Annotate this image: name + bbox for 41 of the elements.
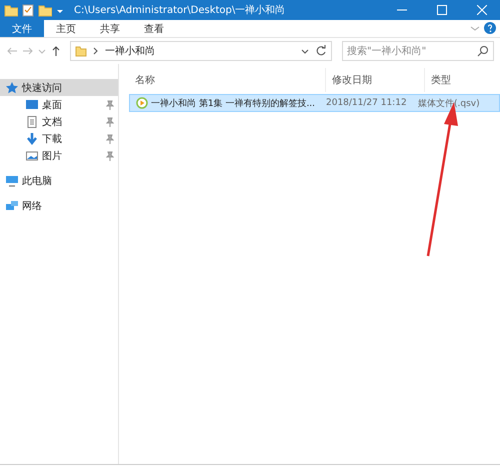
window-title: C:\Users\Administrator\Desktop\一禅小和尚 bbox=[74, 4, 286, 17]
new-folder-icon[interactable] bbox=[38, 3, 52, 17]
nav-item[interactable]: 桌面 bbox=[0, 96, 118, 113]
nav-item[interactable]: 图片 bbox=[0, 147, 118, 164]
file-row[interactable]: 一禅小和尚 第1集 一禅有特别的解签技... 2018/11/27 11:12 媒体文件(.qsv) bbox=[129, 94, 500, 112]
nav-item[interactable]: 网络 bbox=[0, 197, 118, 214]
ribbon-tab[interactable]: 主页 bbox=[44, 20, 88, 37]
up-arrow-icon[interactable] bbox=[50, 45, 62, 57]
picture-icon bbox=[26, 150, 38, 162]
chevron-right-icon bbox=[93, 45, 99, 57]
properties-icon[interactable] bbox=[22, 3, 34, 17]
monitor-icon bbox=[6, 174, 18, 186]
ribbon-tab[interactable]: 查看 bbox=[132, 20, 176, 37]
ribbon-tab[interactable]: 文件 bbox=[0, 20, 44, 37]
star-icon bbox=[6, 82, 18, 94]
nav-item[interactable]: 快速访问 bbox=[0, 79, 118, 96]
breadcrumb-item[interactable]: 一禅小和尚 bbox=[105, 44, 295, 58]
nav-item[interactable]: 下載 bbox=[0, 130, 118, 147]
close-icon[interactable] bbox=[477, 5, 487, 15]
folder-icon bbox=[75, 45, 87, 57]
download-arrow-icon bbox=[26, 132, 38, 144]
file-date: 2018/11/27 11:12 bbox=[325, 98, 408, 108]
folder-icon[interactable] bbox=[4, 3, 18, 17]
search-field[interactable]: 搜索"一禅小和尚" bbox=[342, 41, 494, 61]
refresh-icon[interactable] bbox=[315, 45, 327, 57]
ribbon-tab[interactable]: 共享 bbox=[88, 20, 132, 37]
column-header[interactable]: 名称 bbox=[129, 68, 326, 92]
desktop-icon bbox=[26, 98, 38, 110]
nav-item[interactable]: 文档 bbox=[0, 113, 118, 130]
search-icon[interactable] bbox=[477, 45, 489, 57]
document-icon bbox=[26, 116, 38, 128]
column-header[interactable]: 类型 bbox=[425, 68, 500, 92]
help-icon[interactable] bbox=[484, 22, 496, 34]
file-name: 一禅小和尚 第1集 一禅有特别的解签技... bbox=[151, 98, 316, 110]
maximize-icon[interactable] bbox=[437, 5, 447, 15]
column-header[interactable]: 修改日期 bbox=[326, 68, 425, 92]
network-icon bbox=[6, 200, 18, 212]
address-bar[interactable]: 一禅小和尚 bbox=[70, 41, 332, 61]
file-type: 媒体文件(.qsv) bbox=[417, 98, 481, 110]
media-file-icon bbox=[136, 97, 148, 109]
nav-item[interactable]: 此电脑 bbox=[0, 172, 118, 189]
